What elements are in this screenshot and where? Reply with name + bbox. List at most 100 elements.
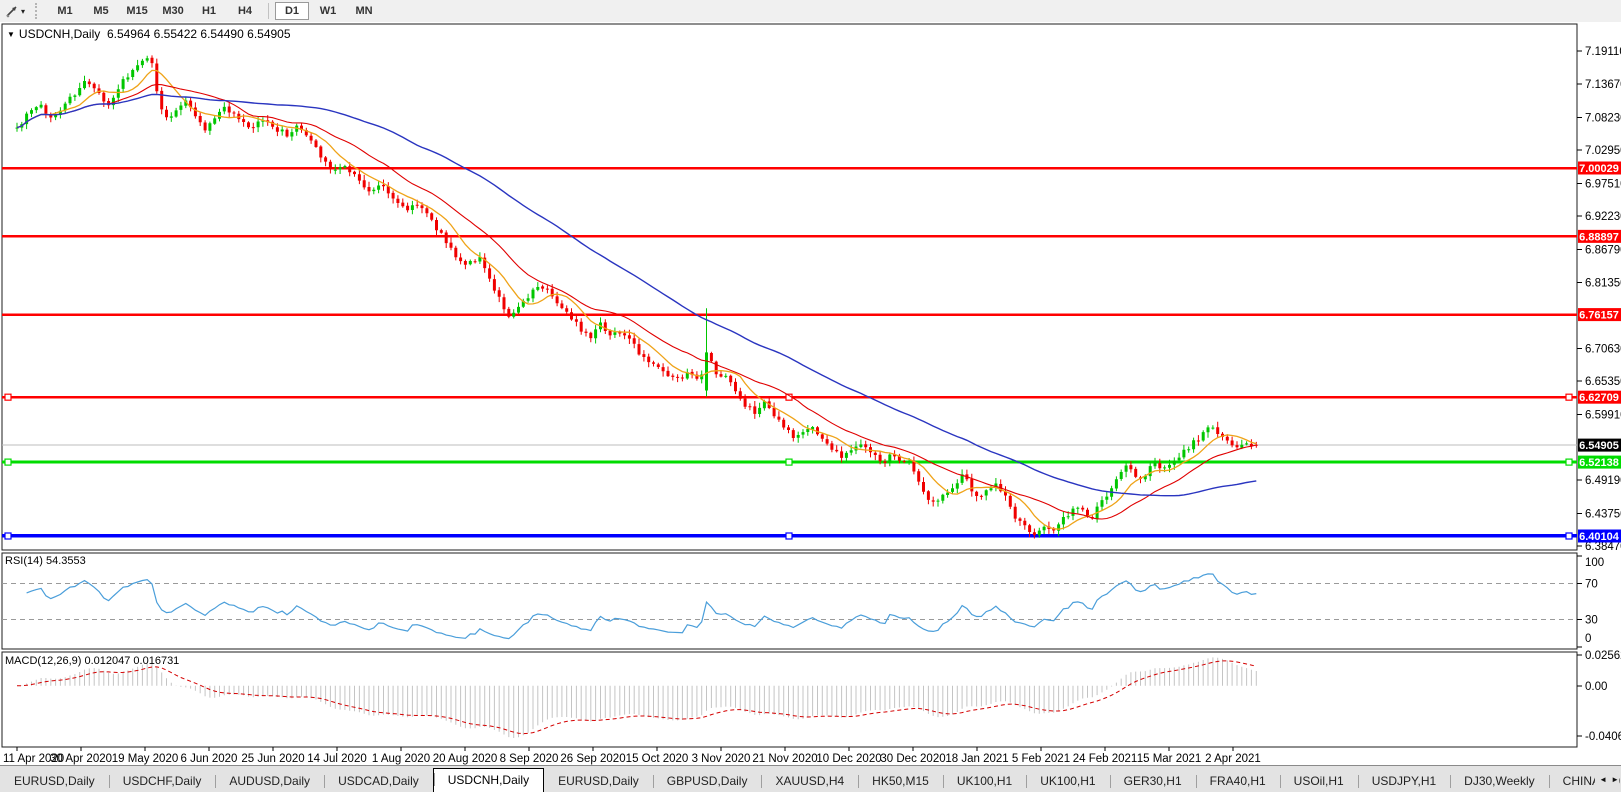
date-axis-label: 15 Oct 2020: [626, 753, 689, 765]
chart-menu-arrow-icon[interactable]: ▼: [7, 30, 15, 39]
chart-symbol-timeframe: USDCNH,Daily: [18, 27, 101, 41]
rsi-indicator-label: RSI(14) 54.3553: [5, 555, 86, 567]
rsi-name: RSI(14): [5, 555, 43, 567]
hline-price-label: 6.62709: [1579, 392, 1619, 404]
tab-scroll-arrows: ◄ ►: [1595, 766, 1619, 792]
hline-handle-middle[interactable]: [785, 458, 793, 466]
chart-tab-usdcad-daily[interactable]: USDCAD,Daily: [324, 771, 433, 792]
price-axis-tick-label: 6.97510: [1585, 178, 1621, 190]
price-axis-tick-label: 6.70630: [1585, 344, 1621, 356]
rsi-axis-label: 30: [1585, 615, 1598, 627]
date-axis-label: 30 Dec 2020: [880, 753, 945, 765]
date-axis-label: 8 Sep 2020: [500, 753, 559, 765]
price-axis-tick-label: 6.43750: [1585, 509, 1621, 521]
price-axis-tick-label: 6.81350: [1585, 278, 1621, 290]
tab-scroll-right-icon[interactable]: ►: [1611, 775, 1619, 784]
date-axis-label: 14 Jul 2020: [307, 753, 366, 765]
chart-title: ▼ USDCNH,Daily 6.54964 6.55422 6.54490 6.…: [7, 27, 291, 41]
rsi-value: 54.3553: [45, 555, 86, 567]
rsi-axis-label: 100: [1585, 557, 1604, 569]
ohlc-close: 6.54905: [247, 27, 291, 41]
hline-handle-left[interactable]: [4, 393, 12, 401]
toolbar-separator: [268, 3, 270, 19]
chevron-down-icon: ▾: [21, 6, 26, 16]
timeframe-button-d1[interactable]: D1: [275, 2, 310, 20]
date-axis-label: 20 Aug 2020: [433, 753, 498, 765]
date-axis-label: 30 Apr 2020: [50, 753, 112, 765]
chart-window: 7.19110 7.13670 7.08230 7.02950 6.97510 6.922…: [0, 22, 1621, 765]
hline-handle-right[interactable]: [1565, 458, 1573, 466]
date-axis-label: 19 May 2020: [112, 753, 179, 765]
chart-tab-xauusd-h4[interactable]: XAUUSD,H4: [761, 771, 858, 792]
price-axis-tick-label: 6.49190: [1585, 475, 1621, 487]
cursor-tool-icon: [6, 6, 17, 18]
price-axis-tick-label: 6.65350: [1585, 376, 1621, 388]
rsi-axis-label: 70: [1585, 578, 1598, 590]
date-axis-label: 5 Feb 2021: [1012, 753, 1070, 765]
hline-price-label: 6.76157: [1579, 310, 1619, 322]
chart-tab-eurusd-daily[interactable]: EURUSD,Daily: [544, 771, 653, 792]
chart-tab-gbpusd-daily[interactable]: GBPUSD,Daily: [652, 771, 762, 792]
date-axis-label: 21 Nov 2020: [752, 753, 817, 765]
price-axis-tick-label: 7.19110: [1585, 46, 1621, 58]
price-axis-tick-label: 7.13670: [1585, 79, 1621, 91]
timeframe-button-m5[interactable]: M5: [84, 2, 118, 20]
hline-price-label: 6.88897: [1579, 231, 1619, 243]
ohlc-high: 6.55422: [153, 27, 198, 41]
macd-axis-label: -0.040687: [1585, 731, 1621, 743]
price-axis-tick-label: 6.59910: [1585, 409, 1621, 421]
hline-price-label: 7.00029: [1579, 163, 1619, 175]
timeframe-button-h1[interactable]: H1: [192, 2, 226, 20]
macd-values: 0.012047 0.016731: [84, 655, 180, 667]
date-axis-label: 18 Jan 2021: [945, 753, 1008, 765]
date-axis-label: 2 Apr 2021: [1205, 753, 1261, 765]
ohlc-low: 6.54490: [200, 27, 244, 41]
hline-handle-right[interactable]: [1565, 532, 1573, 540]
timeframe-button-m1[interactable]: M1: [48, 2, 82, 20]
hline-handle-left[interactable]: [4, 458, 12, 466]
date-axis-label: 25 Jun 2020: [241, 753, 304, 765]
price-axis-tick-label: 6.92230: [1585, 211, 1621, 223]
hline-price-label: 6.52138: [1579, 457, 1619, 469]
chart-tab-uk100-h1[interactable]: UK100,H1: [1026, 771, 1109, 792]
cursor-tool-button[interactable]: ▾: [3, 3, 27, 19]
price-axis: 7.19110 7.13670 7.08230 7.02950 6.97510 6.922…: [1577, 46, 1621, 553]
date-axis-label: 26 Sep 2020: [560, 753, 625, 765]
price-axis-tick-label: 7.08230: [1585, 113, 1621, 125]
macd-axis-label: 0.025623: [1585, 650, 1621, 662]
date-axis: 11 Apr 202030 Apr 2020 19 May 2020 6 Jun 2…: [3, 747, 1261, 765]
date-axis-label: 6 Jun 2020: [181, 753, 238, 765]
hline-handle-left[interactable]: [4, 532, 12, 540]
tab-scroll-left-icon[interactable]: ◄: [1599, 775, 1607, 784]
price-axis-tick-label: 6.86790: [1585, 244, 1621, 256]
date-axis-label: 3 Nov 2020: [692, 753, 751, 765]
macd-indicator-label: MACD(12,26,9) 0.012047 0.016731: [5, 655, 179, 667]
chart-tab-ger30-h1[interactable]: GER30,H1: [1109, 771, 1196, 792]
hline-price-label: 6.40104: [1579, 531, 1620, 543]
toolbar-gripper[interactable]: [35, 3, 41, 19]
chart-tab-usdchf-daily[interactable]: USDCHF,Daily: [108, 771, 216, 792]
chart-tab-usdjpy-h1[interactable]: USDJPY,H1: [1357, 771, 1450, 792]
chart-tab-audusd-daily[interactable]: AUDUSD,Daily: [215, 771, 324, 792]
hline-handle-right[interactable]: [1565, 393, 1573, 401]
date-axis-label: 10 Dec 2020: [816, 753, 881, 765]
timeframe-button-w1[interactable]: W1: [311, 2, 345, 20]
timeframe-button-m30[interactable]: M30: [156, 2, 190, 20]
chart-tab-hk50-m15[interactable]: HK50,M15: [858, 771, 943, 792]
chart-tab-fra40-h1[interactable]: FRA40,H1: [1195, 771, 1280, 792]
timeframe-button-mn[interactable]: MN: [347, 2, 381, 20]
date-axis-label: 1 Aug 2020: [372, 753, 430, 765]
chart-tab-usoil-h1[interactable]: USOil,H1: [1279, 771, 1358, 792]
price-axis-tick-label: 7.02950: [1585, 145, 1621, 157]
price-chart-svg: 7.19110 7.13670 7.08230 7.02950 6.97510 6.922…: [1, 23, 1621, 765]
timeframe-button-h4[interactable]: H4: [228, 2, 262, 20]
hline-handle-middle[interactable]: [785, 532, 793, 540]
chart-tab-usdcnh-daily[interactable]: USDCNH,Daily: [432, 768, 545, 792]
chart-tab-uk100-h1[interactable]: UK100,H1: [942, 771, 1026, 792]
timeframe-button-m15[interactable]: M15: [120, 2, 154, 20]
top-toolbar: ▾ M1 M5 M15 M30 H1 H4 D1 W1 MN: [0, 0, 1621, 23]
chart-tab-eurusd-daily[interactable]: EURUSD,Daily: [0, 771, 109, 792]
rsi-axis-label: 0: [1585, 633, 1591, 645]
chart-tab-dj30-weekly[interactable]: DJ30,Weekly: [1450, 771, 1548, 792]
symbol-tabbar: EURUSD,Daily USDCHF,Daily AUDUSD,Daily USDC…: [0, 765, 1621, 792]
